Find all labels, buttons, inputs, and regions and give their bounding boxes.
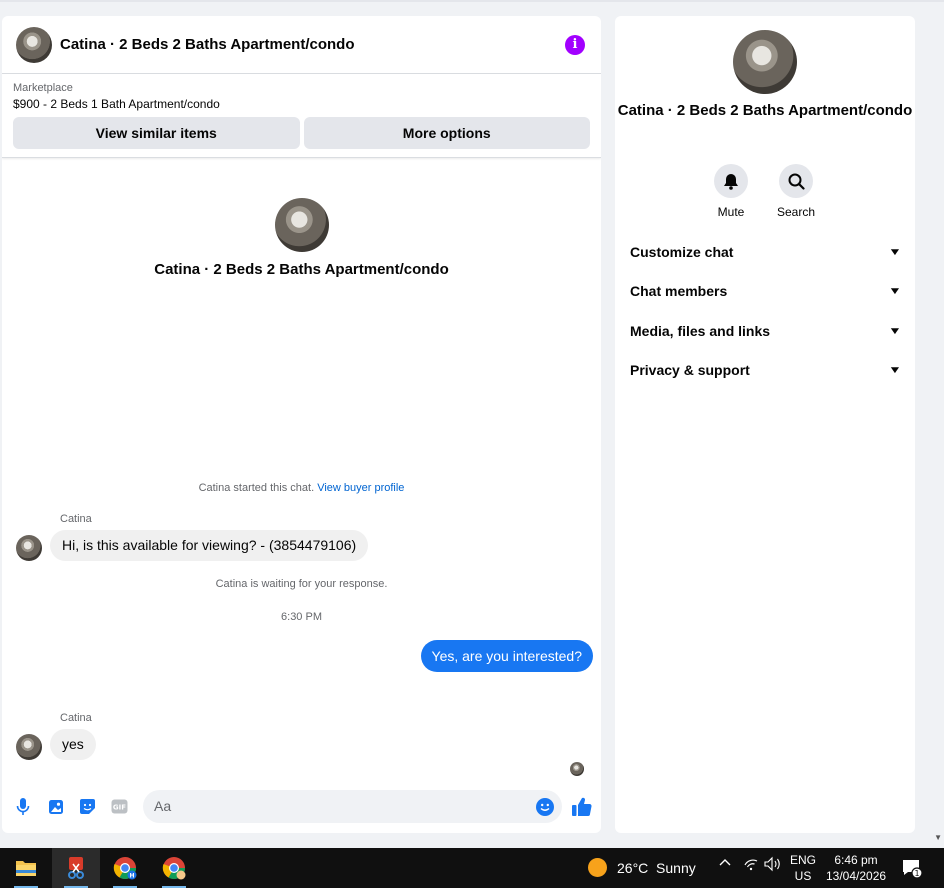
chevron-down-icon: ▼ (888, 364, 902, 376)
lang-bottom: US (794, 869, 812, 883)
search-button[interactable]: Search (766, 164, 826, 219)
view-buyer-profile-link[interactable]: View buyer profile (317, 482, 404, 494)
details-title: Catina · 2 Beds 2 Baths Apartment/condo (617, 102, 913, 119)
taskbar: H 26°C Sunny ENG US 6:46 pm 13/04/2026 1 (0, 848, 944, 888)
chat-panel: Catina · 2 Beds 2 Baths Apartment/condo … (2, 16, 601, 833)
intro-title: Catina · 2 Beds 2 Baths Apartment/condo (154, 261, 449, 278)
conversation-details-panel: Catina · 2 Beds 2 Baths Apartment/condo … (615, 16, 915, 833)
customize-chat-section[interactable]: Customize chat ▼ (630, 244, 902, 260)
waiting-notice: Catina is waiting for your response. (215, 578, 388, 590)
notification-icon[interactable]: 1 (902, 858, 923, 879)
microphone-icon[interactable] (14, 798, 31, 815)
marketplace-label: Marketplace (13, 82, 73, 94)
media-files-links-section[interactable]: Media, files and links ▼ (630, 323, 902, 339)
incoming-message[interactable]: yes (50, 729, 96, 760)
language-indicator[interactable]: ENG US (790, 852, 816, 884)
notification-count: 1 (914, 869, 919, 878)
clock[interactable]: 6:46 pm 13/04/2026 (826, 852, 886, 884)
sticker-icon[interactable] (79, 798, 96, 815)
privacy-support-section[interactable]: Privacy & support ▼ (630, 362, 902, 378)
svg-text:GIF: GIF (113, 804, 126, 812)
chevron-down-icon: ▼ (888, 325, 902, 337)
search-label: Search (776, 205, 816, 219)
clock-date: 13/04/2026 (826, 869, 887, 883)
marketplace-buttons: View similar items More options (13, 117, 590, 149)
chat-members-section[interactable]: Chat members ▼ (630, 283, 902, 299)
details-avatar[interactable] (733, 30, 797, 94)
sun-icon (588, 858, 607, 877)
listing-price[interactable]: $900 - 2 Beds 1 Bath Apartment/condo (13, 97, 590, 111)
window-top-border (0, 0, 944, 2)
composer: GIF Aa (2, 790, 601, 824)
weather-text: 26°C Sunny (617, 859, 696, 876)
chat-intro: Catina · 2 Beds 2 Baths Apartment/condo (2, 198, 601, 278)
section-label: Privacy & support (630, 362, 750, 378)
listing-avatar[interactable] (16, 26, 52, 63)
weather-widget[interactable]: 26°C Sunny (588, 858, 696, 877)
gif-icon[interactable]: GIF (111, 798, 128, 815)
seen-avatar (570, 762, 584, 776)
chat-title[interactable]: Catina · 2 Beds 2 Baths Apartment/condo (60, 36, 565, 53)
bell-icon[interactable] (714, 164, 748, 198)
emoji-icon[interactable] (536, 798, 554, 816)
file-explorer-icon[interactable] (2, 848, 50, 888)
chevron-up-icon[interactable] (718, 856, 732, 873)
message-sender: Catina (60, 712, 92, 724)
info-icon[interactable]: i (565, 34, 585, 55)
section-label: Media, files and links (630, 323, 771, 339)
message-sender: Catina (60, 513, 92, 525)
chat-started-notice: Catina started this chat. View buyer pro… (2, 482, 601, 494)
chat-started-text: Catina started this chat. (198, 482, 315, 494)
sender-avatar[interactable] (16, 535, 42, 561)
scroll-down-arrow[interactable]: ▼ (934, 833, 942, 842)
volume-icon[interactable] (764, 856, 782, 875)
snipping-tool-icon[interactable] (52, 848, 100, 888)
message-input[interactable]: Aa (143, 790, 562, 823)
more-options-button[interactable]: More options (303, 117, 590, 149)
view-similar-items-button[interactable]: View similar items (13, 117, 300, 149)
svg-text:H: H (129, 873, 134, 880)
sender-avatar[interactable] (16, 734, 42, 760)
wifi-icon[interactable] (743, 856, 759, 875)
section-label: Chat members (630, 283, 728, 299)
lang-top: ENG (790, 853, 817, 867)
outgoing-message[interactable]: Yes, are you interested? (420, 640, 593, 672)
marketplace-banner: Marketplace $900 - 2 Beds 1 Bath Apartme… (2, 74, 601, 158)
intro-avatar (274, 198, 329, 252)
chrome-profile-icon[interactable] (150, 848, 198, 888)
chevron-down-icon: ▼ (888, 285, 902, 297)
mute-label: Mute (717, 205, 745, 219)
photo-icon[interactable] (47, 798, 64, 815)
chrome-icon[interactable]: H (101, 848, 149, 888)
timestamp: 6:30 PM (281, 611, 322, 623)
clock-time: 6:46 pm (834, 853, 878, 867)
chat-header: Catina · 2 Beds 2 Baths Apartment/condo … (2, 16, 601, 74)
thumbs-up-icon[interactable] (572, 796, 592, 816)
incoming-message[interactable]: Hi, is this available for viewing? - (38… (50, 530, 369, 561)
chevron-down-icon: ▼ (888, 246, 902, 258)
search-icon[interactable] (779, 164, 813, 198)
mute-button[interactable]: Mute (701, 164, 761, 219)
section-label: Customize chat (630, 244, 734, 260)
